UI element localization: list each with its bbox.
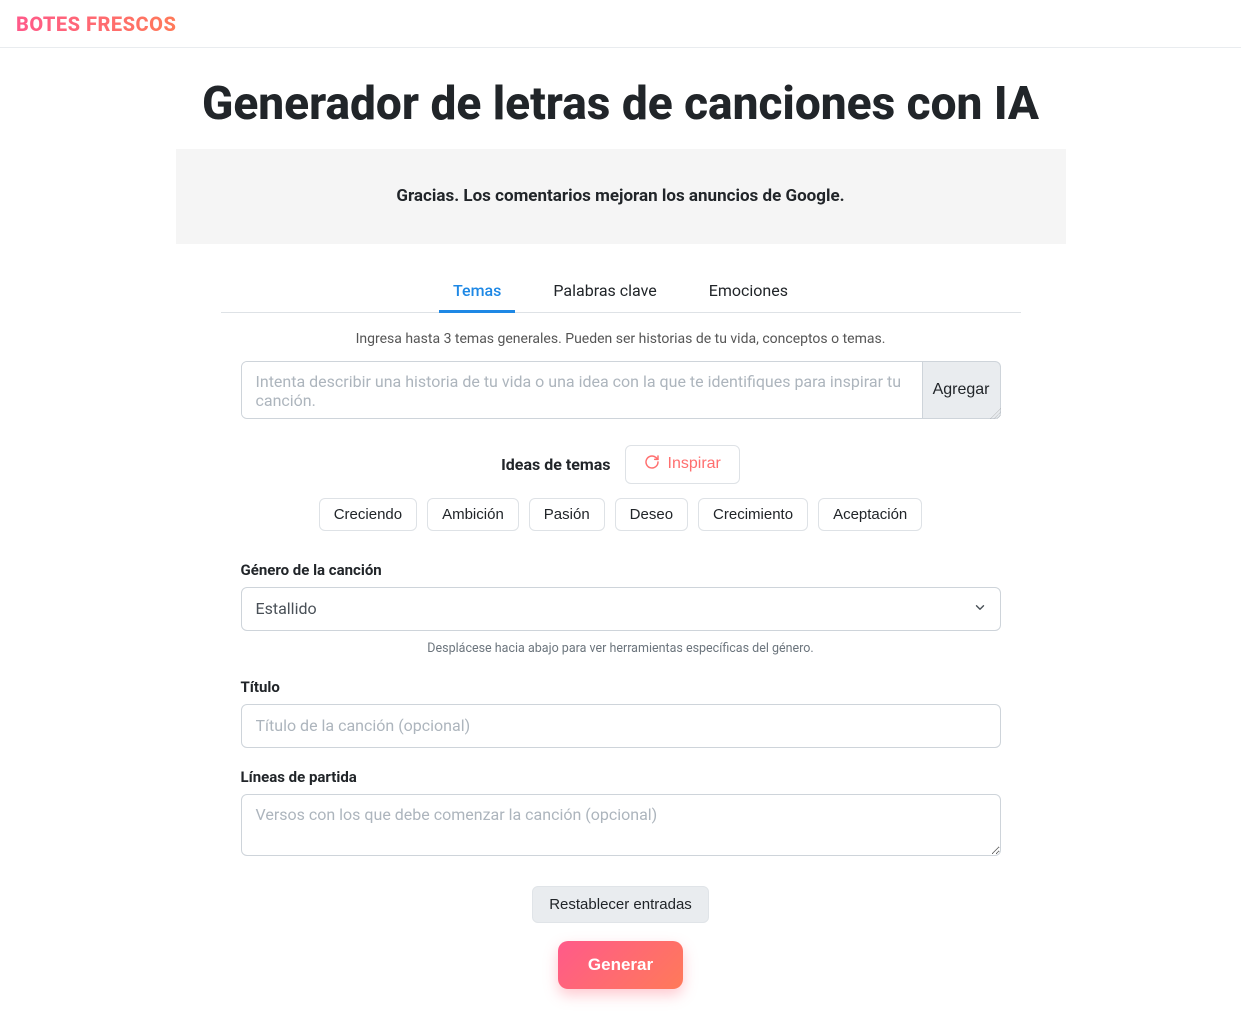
genre-hint: Desplácese hacia abajo para ver herramie…	[241, 641, 1001, 656]
page-title: Generador de letras de canciones con IA	[176, 78, 1066, 131]
reset-button[interactable]: Restablecer entradas	[532, 886, 709, 923]
refresh-icon	[644, 454, 660, 475]
themes-instruction: Ingresa hasta 3 temas generales. Pueden …	[176, 331, 1066, 347]
genre-label: Género de la canción	[241, 561, 1001, 579]
tab-themes[interactable]: Temas	[439, 271, 515, 313]
idea-chip[interactable]: Creciendo	[319, 498, 417, 531]
generate-button[interactable]: Generar	[558, 941, 683, 989]
idea-chip[interactable]: Deseo	[615, 498, 688, 531]
genre-select[interactable]: Estallido	[241, 587, 1001, 631]
idea-chip[interactable]: Crecimiento	[698, 498, 808, 531]
idea-chip[interactable]: Pasión	[529, 498, 605, 531]
brand-logo[interactable]: BOTES FRESCOS	[16, 12, 176, 36]
title-label: Título	[241, 678, 1001, 696]
inspire-label: Inspirar	[668, 455, 721, 473]
idea-chip[interactable]: Aceptación	[818, 498, 922, 531]
idea-chips: Creciendo Ambición Pasión Deseo Crecimie…	[241, 498, 1001, 531]
idea-chip[interactable]: Ambición	[427, 498, 519, 531]
add-theme-button[interactable]: Agregar	[923, 361, 1001, 419]
starting-lines-label: Líneas de partida	[241, 768, 1001, 786]
ideas-label: Ideas de temas	[501, 455, 610, 474]
starting-lines-input[interactable]	[241, 794, 1001, 856]
title-input[interactable]	[241, 704, 1001, 748]
ad-banner: Gracias. Los comentarios mejoran los anu…	[176, 149, 1066, 244]
inspire-button[interactable]: Inspirar	[625, 445, 740, 484]
ad-message: Gracias. Los comentarios mejoran los anu…	[396, 186, 844, 206]
tab-emotions[interactable]: Emociones	[695, 271, 802, 313]
tabs-row: Temas Palabras clave Emociones	[221, 270, 1021, 313]
tab-keywords[interactable]: Palabras clave	[539, 271, 670, 313]
theme-input[interactable]	[241, 361, 923, 419]
